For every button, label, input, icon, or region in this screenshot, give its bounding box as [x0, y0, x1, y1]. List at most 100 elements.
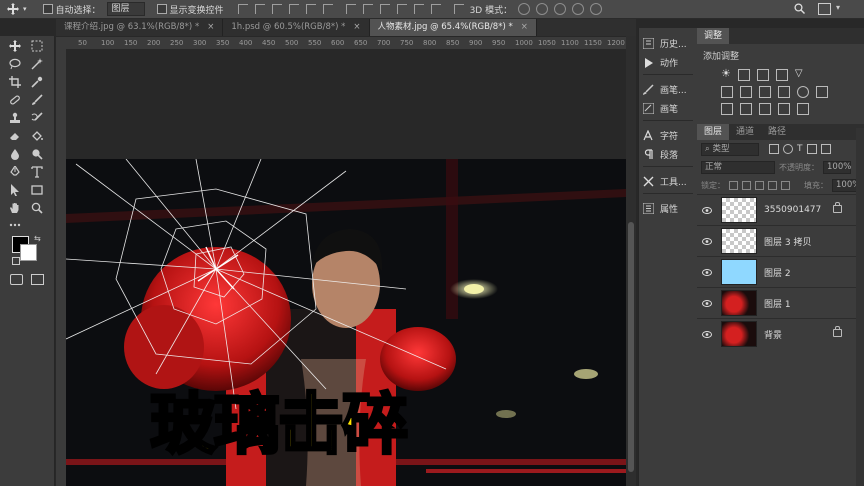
invert-icon[interactable]: [721, 103, 733, 115]
magic-wand-tool-icon[interactable]: [30, 57, 44, 71]
doc-tab-person-material[interactable]: 人物素材.jpg @ 65.4%(RGB/8*) * ×: [369, 19, 537, 36]
lock-image-icon[interactable]: [742, 180, 751, 190]
hand-tool-icon[interactable]: [8, 201, 22, 215]
selective-color-icon[interactable]: [778, 103, 790, 115]
scale-3d-icon[interactable]: [590, 3, 603, 15]
lock-transparent-icon[interactable]: [729, 180, 738, 190]
tab-adjustments[interactable]: 调整: [697, 28, 730, 44]
layer-name[interactable]: 图层 2: [764, 266, 791, 279]
distribute-top-icon[interactable]: [345, 4, 356, 14]
vibrance-icon[interactable]: ▽: [795, 69, 803, 81]
color-balance-icon[interactable]: [740, 86, 752, 98]
layer-item[interactable]: 图层 3 拷贝: [697, 225, 864, 256]
filter-pixel-icon[interactable]: [769, 144, 779, 154]
black-white-icon[interactable]: [759, 86, 771, 98]
crop-tool-icon[interactable]: [8, 75, 22, 89]
blend-mode-select[interactable]: 正常: [701, 160, 775, 174]
layer-name[interactable]: 3550901477: [764, 205, 821, 215]
eyedropper-tool-icon[interactable]: [30, 75, 44, 89]
filter-smart-object-icon[interactable]: [820, 144, 831, 154]
layer-item[interactable]: 背景: [697, 318, 864, 349]
zoom-tool-icon[interactable]: [30, 201, 44, 215]
history-brush-tool-icon[interactable]: [30, 111, 44, 125]
align-vcenter-icon[interactable]: [254, 4, 265, 14]
clone-stamp-tool-icon[interactable]: [8, 111, 22, 125]
eye-icon[interactable]: [699, 237, 715, 245]
lock-all-icon[interactable]: [781, 180, 790, 190]
tab-paths[interactable]: 路径: [761, 124, 793, 140]
filter-shape-icon[interactable]: [806, 144, 817, 154]
layer-name[interactable]: 背景: [764, 328, 782, 341]
filter-type-icon[interactable]: T: [797, 144, 803, 154]
panel-paragraph[interactable]: 段落: [643, 148, 678, 161]
lock-artboard-icon[interactable]: [768, 180, 777, 190]
eraser-tool-icon[interactable]: [8, 129, 22, 143]
layer-name[interactable]: 图层 3 拷贝: [764, 235, 811, 248]
workspace-icon[interactable]: [818, 3, 831, 15]
layer-name[interactable]: 图层 1: [764, 297, 791, 310]
photo-filter-icon[interactable]: [778, 86, 790, 98]
exposure-icon[interactable]: [775, 69, 788, 81]
layer-filter-select[interactable]: ⌕ 类型: [701, 142, 759, 156]
layer-item[interactable]: 图层 2: [697, 256, 864, 287]
workspace-dropdown-icon[interactable]: ▾: [836, 3, 840, 12]
drag-3d-icon[interactable]: [554, 3, 567, 15]
screen-mode-icon[interactable]: [31, 274, 44, 285]
tab-channels[interactable]: 通道: [729, 124, 761, 140]
lasso-tool-icon[interactable]: [8, 57, 22, 71]
panel-scrollbar[interactable]: [856, 128, 864, 486]
canvas-vertical-scrollbar[interactable]: [626, 36, 636, 486]
default-colors-icon[interactable]: [12, 257, 20, 265]
eye-icon[interactable]: [699, 299, 715, 307]
eye-icon[interactable]: [699, 268, 715, 276]
distribute-right-icon[interactable]: [430, 4, 441, 14]
doc-tab-1h-psd[interactable]: 1h.psd @ 60.5%(RGB/8*) * ×: [223, 19, 370, 36]
swap-colors-icon[interactable]: ⇆: [34, 234, 41, 243]
rectangle-tool-icon[interactable]: [30, 183, 44, 197]
panel-tool-presets[interactable]: 工具...: [643, 175, 687, 188]
threshold-icon[interactable]: [759, 103, 771, 115]
path-selection-tool-icon[interactable]: [8, 183, 22, 197]
dodge-tool-icon[interactable]: [30, 147, 44, 161]
close-icon[interactable]: ×: [353, 22, 360, 32]
paint-bucket-tool-icon[interactable]: [30, 129, 44, 143]
move-tool-icon[interactable]: [8, 39, 22, 53]
marquee-tool-icon[interactable]: [30, 39, 44, 53]
distribute-hcenter-icon[interactable]: [413, 4, 424, 14]
brush-tool-icon[interactable]: [30, 93, 44, 107]
layer-item[interactable]: 图层 1: [697, 287, 864, 318]
more-tools-icon[interactable]: [8, 218, 22, 232]
roll-3d-icon[interactable]: [536, 3, 549, 15]
levels-icon[interactable]: [737, 69, 750, 81]
align-hcenter-icon[interactable]: [305, 4, 316, 14]
orbit-3d-icon[interactable]: [518, 3, 531, 15]
type-tool-icon[interactable]: [30, 165, 44, 179]
brightness-contrast-icon[interactable]: ☀: [721, 68, 731, 81]
close-icon[interactable]: ×: [207, 22, 214, 32]
scrollbar-thumb[interactable]: [628, 222, 634, 472]
blur-tool-icon[interactable]: [8, 147, 22, 161]
doc-tab-course-intro[interactable]: 课程介绍.jpg @ 63.1%(RGB/8*) * ×: [56, 19, 224, 36]
distribute-left-icon[interactable]: [396, 4, 407, 14]
panel-properties[interactable]: 属性: [643, 202, 678, 215]
close-icon[interactable]: ×: [521, 22, 528, 32]
color-lookup-icon[interactable]: [816, 86, 828, 98]
lock-position-icon[interactable]: [755, 180, 764, 190]
panel-brush[interactable]: 画笔: [643, 102, 678, 115]
eye-icon[interactable]: [699, 330, 715, 338]
panel-character[interactable]: 字符: [643, 129, 678, 142]
move-tool-preset[interactable]: ▾: [6, 3, 27, 15]
posterize-icon[interactable]: [740, 103, 752, 115]
auto-select-checkbox[interactable]: 自动选择：: [42, 3, 101, 16]
panel-brush-settings[interactable]: 画笔...: [643, 83, 687, 96]
opacity-input[interactable]: 100%: [823, 160, 851, 174]
align-top-icon[interactable]: [237, 4, 248, 14]
background-color-swatch[interactable]: [20, 244, 37, 261]
hue-saturation-icon[interactable]: [721, 86, 733, 98]
align-left-icon[interactable]: [288, 4, 299, 14]
gradient-map-icon[interactable]: [797, 103, 809, 115]
slide-3d-icon[interactable]: [572, 3, 585, 15]
panel-actions[interactable]: 动作: [643, 56, 678, 69]
tab-layers[interactable]: 图层: [697, 124, 730, 140]
canvas-area[interactable]: 玻璃击碎: [66, 49, 626, 486]
